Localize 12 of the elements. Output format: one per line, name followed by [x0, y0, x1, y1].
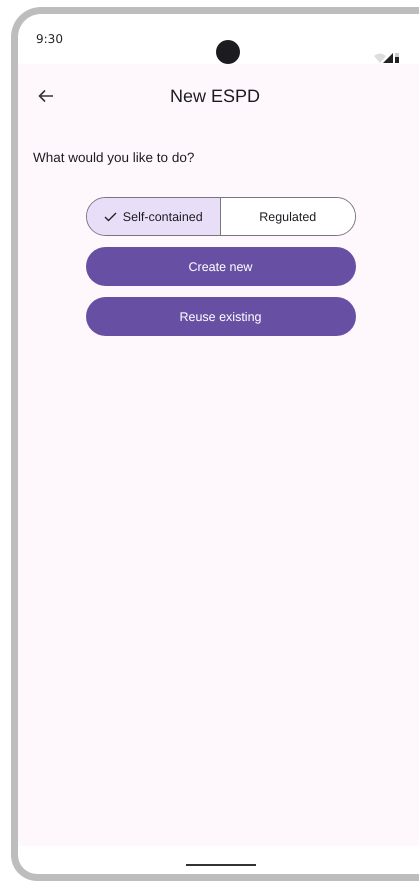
camera-icon: [216, 40, 240, 64]
question-text: What would you like to do?: [33, 150, 196, 165]
check-icon: [104, 212, 117, 222]
home-indicator: [186, 864, 256, 866]
back-arrow-icon[interactable]: [38, 89, 54, 103]
action-button[interactable]: Create new: [86, 247, 356, 286]
segment-button[interactable]: Regulated: [220, 198, 354, 235]
status-icons: [374, 52, 400, 64]
segment-button[interactable]: Self-contained: [86, 198, 220, 235]
action-button[interactable]: Reuse existing: [86, 297, 356, 336]
status-time: 9:30: [36, 32, 63, 46]
screen-title: New ESPD: [170, 86, 260, 106]
